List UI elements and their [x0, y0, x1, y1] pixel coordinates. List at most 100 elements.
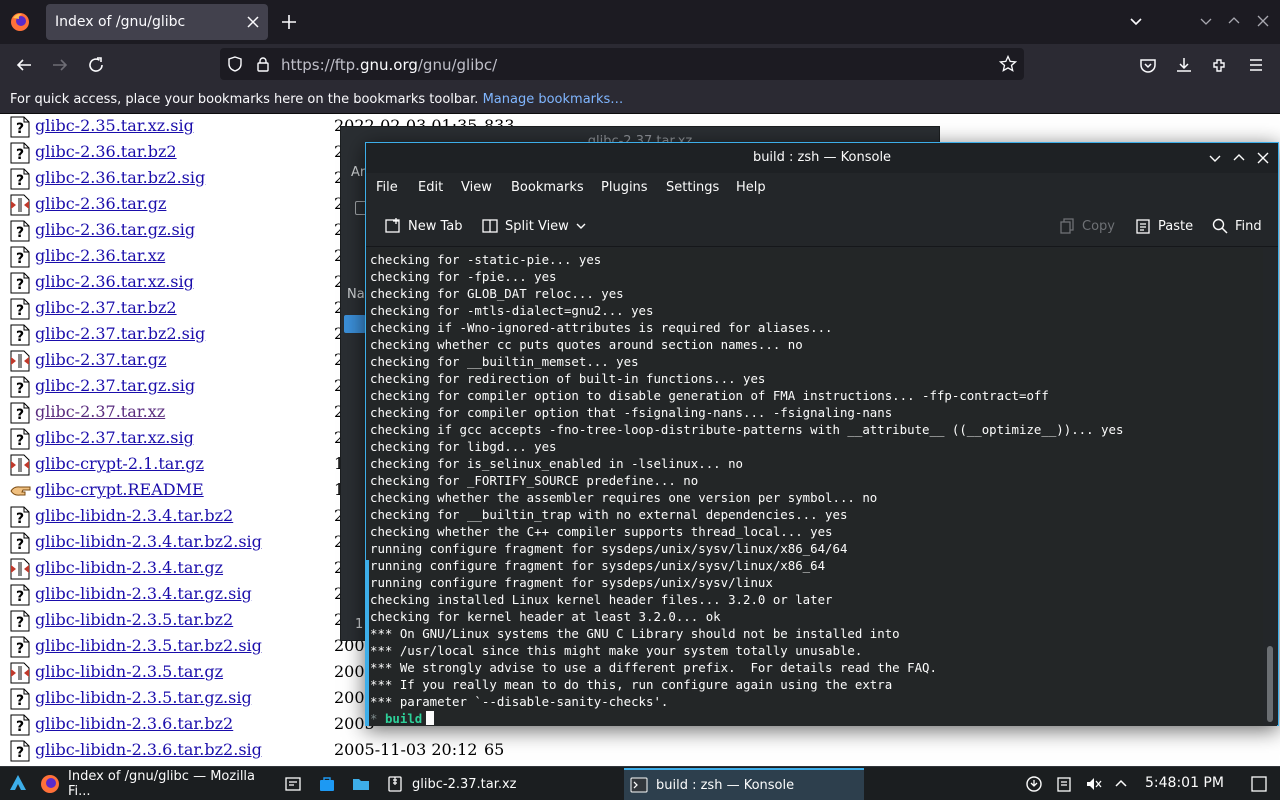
file-link[interactable]: glibc-libidn-2.3.6.tar.bz2.sig [35, 740, 262, 759]
file-link[interactable]: glibc-2.35.tar.xz.sig [35, 116, 194, 135]
terminal-line: checking for __builtin_memset... yes [370, 354, 639, 369]
file-link[interactable]: glibc-libidn-2.3.5.tar.gz.sig [35, 688, 252, 707]
close-window-icon[interactable] [1256, 14, 1270, 28]
manage-bookmarks-link[interactable]: Manage bookmarks… [483, 92, 624, 107]
list-all-tabs-chevron-icon[interactable] [1127, 13, 1145, 31]
taskbar-item-label: build : zsh — Konsole [656, 777, 795, 793]
terminal-line: checking for _FORTIFY_SOURCE predefine..… [370, 473, 699, 488]
paste-button[interactable]: Paste [1134, 215, 1193, 237]
konsole-maximize-icon[interactable] [1232, 151, 1246, 165]
taskbar-item-ark[interactable]: glibc-2.37.tar.xz [380, 768, 618, 800]
url-prefix: https://ftp. [281, 56, 360, 74]
file-link[interactable]: glibc-libidn-2.3.5.tar.gz [35, 662, 223, 681]
svg-text:?: ? [16, 121, 24, 137]
file-link[interactable]: glibc-crypt.README [35, 480, 204, 499]
file-link[interactable]: glibc-2.36.tar.bz2 [35, 142, 177, 161]
terminal-prompt-line[interactable]: * build [370, 710, 1123, 726]
taskbar-item-firefox[interactable]: Index of /gnu/glibc — Mozilla Fi... [34, 768, 276, 800]
svg-text:?: ? [16, 407, 24, 423]
file-link[interactable]: glibc-2.36.tar.xz [35, 246, 165, 265]
menu-edit[interactable]: Edit [418, 180, 443, 195]
menu-plugins[interactable]: Plugins [601, 180, 648, 195]
bookmark-star-icon[interactable] [998, 54, 1018, 74]
menu-view[interactable]: View [461, 180, 492, 195]
terminal-line: checking for kernel header at least 3.2.… [370, 609, 721, 624]
close-tab-icon[interactable] [244, 13, 262, 31]
menu-help[interactable]: Help [736, 180, 766, 195]
file-link[interactable]: glibc-libidn-2.3.4.tar.bz2.sig [35, 532, 262, 551]
file-link[interactable]: glibc-libidn-2.3.6.tar.bz2 [35, 714, 233, 733]
extensions-icon[interactable] [1210, 55, 1230, 75]
file-link[interactable]: glibc-libidn-2.3.5.tar.bz2.sig [35, 636, 262, 655]
file-link[interactable]: glibc-libidn-2.3.4.tar.gz.sig [35, 584, 252, 603]
split-view-button[interactable]: Split View [481, 215, 587, 237]
show-hidden-icons-chevron-up-icon[interactable] [1112, 775, 1130, 793]
file-link[interactable]: glibc-libidn-2.3.5.tar.bz2 [35, 610, 233, 629]
taskbar-clock[interactable]: 5:48:01 PM [1145, 775, 1224, 791]
taskbar-item-konsole[interactable]: build : zsh — Konsole [624, 768, 864, 800]
application-launcher-icon[interactable] [8, 773, 28, 793]
lock-icon[interactable] [254, 55, 272, 73]
show-desktop-icon[interactable] [1250, 775, 1268, 793]
file-link[interactable]: glibc-libidn-2.3.4.tar.bz2 [35, 506, 233, 525]
file-link[interactable]: glibc-crypt-2.1.tar.gz [35, 454, 204, 473]
file-link[interactable]: glibc-2.37.tar.xz.sig [35, 428, 194, 447]
pocket-icon[interactable] [1138, 55, 1158, 75]
file-link[interactable]: glibc-libidn-2.3.4.tar.gz [35, 558, 223, 577]
file-link[interactable]: glibc-2.37.tar.bz2.sig [35, 324, 205, 343]
ark-status-fragment: 1 [355, 617, 364, 632]
minimize-window-icon[interactable] [1199, 14, 1213, 28]
terminal-scrollbar[interactable] [1263, 248, 1277, 726]
copy-label: Copy [1082, 218, 1115, 234]
new-tab-plus-icon[interactable] [280, 13, 298, 31]
konsole-close-icon[interactable] [1256, 151, 1270, 165]
back-arrow-icon[interactable] [14, 55, 34, 75]
file-link[interactable]: glibc-2.37.tar.xz [35, 402, 165, 421]
menu-settings[interactable]: Settings [666, 180, 719, 195]
file-link[interactable]: glibc-2.37.tar.gz.sig [35, 376, 195, 395]
maximize-window-icon[interactable] [1227, 14, 1241, 28]
forward-arrow-icon[interactable] [50, 55, 70, 75]
ark-menu-fragment[interactable]: Ar [351, 165, 365, 180]
file-manager-icon[interactable] [351, 774, 371, 794]
menu-file[interactable]: File [376, 180, 398, 195]
konsole-minimize-icon[interactable] [1208, 151, 1222, 165]
svg-text:?: ? [16, 277, 24, 293]
discover-store-icon[interactable] [317, 774, 337, 794]
dolphin-settings-icon[interactable] [283, 774, 303, 794]
file-link[interactable]: glibc-2.37.tar.bz2 [35, 298, 177, 317]
terminal-output[interactable]: checking for -static-pie... yes checking … [366, 248, 1264, 726]
hamburger-menu-icon[interactable] [1246, 55, 1266, 75]
find-button[interactable]: Find [1211, 215, 1262, 237]
tab-title: Index of /gnu/glibc [55, 14, 186, 30]
firefox-logo-icon[interactable] [10, 12, 30, 32]
reload-icon[interactable] [86, 55, 106, 75]
terminal-line: *** On GNU/Linux systems the GNU C Libra… [370, 626, 900, 641]
ark-name-column-header[interactable]: Na [347, 287, 365, 302]
svg-text:?: ? [16, 511, 24, 527]
terminal-line: *** /usr/local since this might make you… [370, 643, 863, 658]
clipboard-icon[interactable] [1055, 775, 1073, 793]
tracking-protection-shield-icon[interactable] [226, 55, 244, 73]
scrollbar-thumb[interactable] [1267, 646, 1273, 722]
file-link[interactable]: glibc-2.37.tar.gz [35, 350, 166, 369]
browser-tab-bar: Index of /gnu/glibc [0, 0, 1280, 44]
file-link[interactable]: glibc-2.36.tar.bz2.sig [35, 168, 205, 187]
svg-text:?: ? [16, 381, 24, 397]
folder-icon[interactable] [344, 315, 366, 333]
downloads-icon[interactable] [1174, 55, 1194, 75]
menu-bookmarks[interactable]: Bookmarks [511, 180, 584, 195]
volume-muted-icon[interactable] [1085, 775, 1103, 793]
unknown-file-icon: ? [10, 610, 30, 632]
system-update-icon[interactable] [1025, 775, 1043, 793]
split-view-chevron-down-icon[interactable] [575, 220, 587, 232]
konsole-titlebar[interactable]: build : zsh — Konsole [366, 143, 1278, 173]
copy-button[interactable]: Copy [1058, 215, 1115, 237]
file-link[interactable]: glibc-2.36.tar.xz.sig [35, 272, 194, 291]
file-link[interactable]: glibc-2.36.tar.gz.sig [35, 220, 195, 239]
browser-tab-active[interactable]: Index of /gnu/glibc [46, 4, 268, 40]
new-tab-button[interactable]: New Tab [384, 215, 463, 237]
url-text[interactable]: https://ftp.gnu.org/gnu/glibc/ [281, 56, 497, 74]
unknown-file-icon: ? [10, 272, 30, 294]
file-link[interactable]: glibc-2.36.tar.gz [35, 194, 166, 213]
